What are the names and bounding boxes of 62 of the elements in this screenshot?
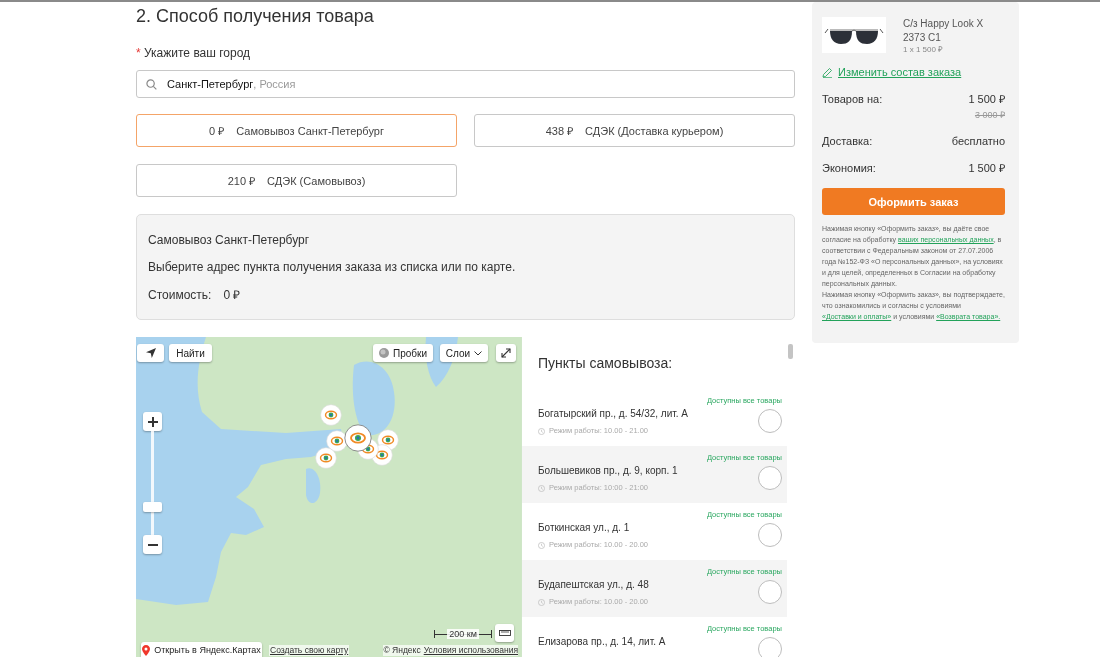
clock-icon [538,541,545,549]
lake-drawing [306,468,321,503]
clock-icon [538,598,545,606]
terms-link[interactable]: Условия использования [423,645,518,656]
pickup-radio[interactable] [758,580,782,604]
pickup-instruction: Выберите адрес пункта получения заказа из списка или по карте. [148,259,517,275]
layers-button[interactable]: Слои [440,344,488,362]
zoom-in-button[interactable] [143,412,162,431]
sunglasses-drawing [822,17,886,53]
map-marker-icon[interactable] [344,424,372,452]
pickup-method-title: Самовывоз Санкт-Петербург [148,232,311,248]
city-search-field[interactable]: Санкт-Петербург, Россия [136,70,795,98]
delivery-option[interactable]: 0 ₽ Самовывоз Санкт-Петербург [136,114,457,147]
summary-label: Доставка: [822,134,873,148]
city-label: * Укажите ваш город [136,45,252,61]
pickup-list-title: Пункты самовывоза: [537,354,674,373]
product-name: С/з Happy Look X 2373 C1 [903,17,985,45]
navigation-arrow-icon [145,348,156,358]
pickup-address: Боткинская ул., д. 1 [538,521,631,535]
map-pin-icon [142,644,151,656]
scrollbar-thumb[interactable] [788,344,793,359]
find-button[interactable]: Найти [169,344,212,362]
summary-value: 1 500 ₽ [968,92,1005,106]
copyright-text: © Яндекс [383,645,421,656]
cost-label: Стоимость: [148,287,212,303]
zoom-slider-handle[interactable] [143,501,162,512]
delivery-option[interactable]: 210 ₽ СДЭК (Самовывоз) [136,164,457,197]
pickup-address: Большевиков пр., д. 9, корп. 1 [538,464,678,478]
chevron-down-icon [474,350,483,356]
cost-value: 0 ₽ [223,287,241,303]
clock-icon [538,427,545,435]
pickup-radio[interactable] [758,523,782,547]
pickup-radio[interactable] [758,637,782,657]
open-in-maps-button[interactable]: Открыть в Яндекс.Картах [141,642,262,657]
old-price: 3 000 ₽ [974,109,1005,121]
section-title: 2. Способ получения товара [136,5,375,27]
pickup-address: Будапештская ул., д. 48 [538,578,649,592]
pickup-address: Богатырский пр., д. 54/32, лит. А [538,407,688,421]
map-scale-label: 200 км [447,629,479,639]
locate-button[interactable] [137,344,164,362]
ruler-icon [498,630,511,636]
product-quantity: 1 x 1 500 ₽ [903,45,945,55]
pickup-address: Елизарова пр., д. 14, лит. А [538,635,666,649]
summary-label: Товаров на: [822,92,883,107]
delivery-option[interactable]: 438 ₽ СДЭК (Доставка курьером) [474,114,795,147]
traffic-button[interactable]: Пробки [373,344,433,362]
summary-label: Экономия: [822,161,876,175]
clock-icon [538,484,545,492]
plus-icon [147,416,158,427]
create-map-link[interactable]: Создать свою карту [269,645,350,656]
search-icon [146,78,157,90]
fullscreen-button[interactable] [496,344,516,362]
minus-icon [147,543,158,546]
zoom-out-button[interactable] [143,535,162,554]
summary-value: 1 500 ₽ [968,161,1005,175]
pickup-radio[interactable] [758,409,782,433]
pickup-radio[interactable] [758,466,782,490]
summary-value: бесплатно [951,134,1005,148]
traffic-circle-icon [379,348,389,358]
fullscreen-icon [501,348,511,358]
ruler-button[interactable] [495,624,514,642]
pencil-icon [822,66,833,78]
